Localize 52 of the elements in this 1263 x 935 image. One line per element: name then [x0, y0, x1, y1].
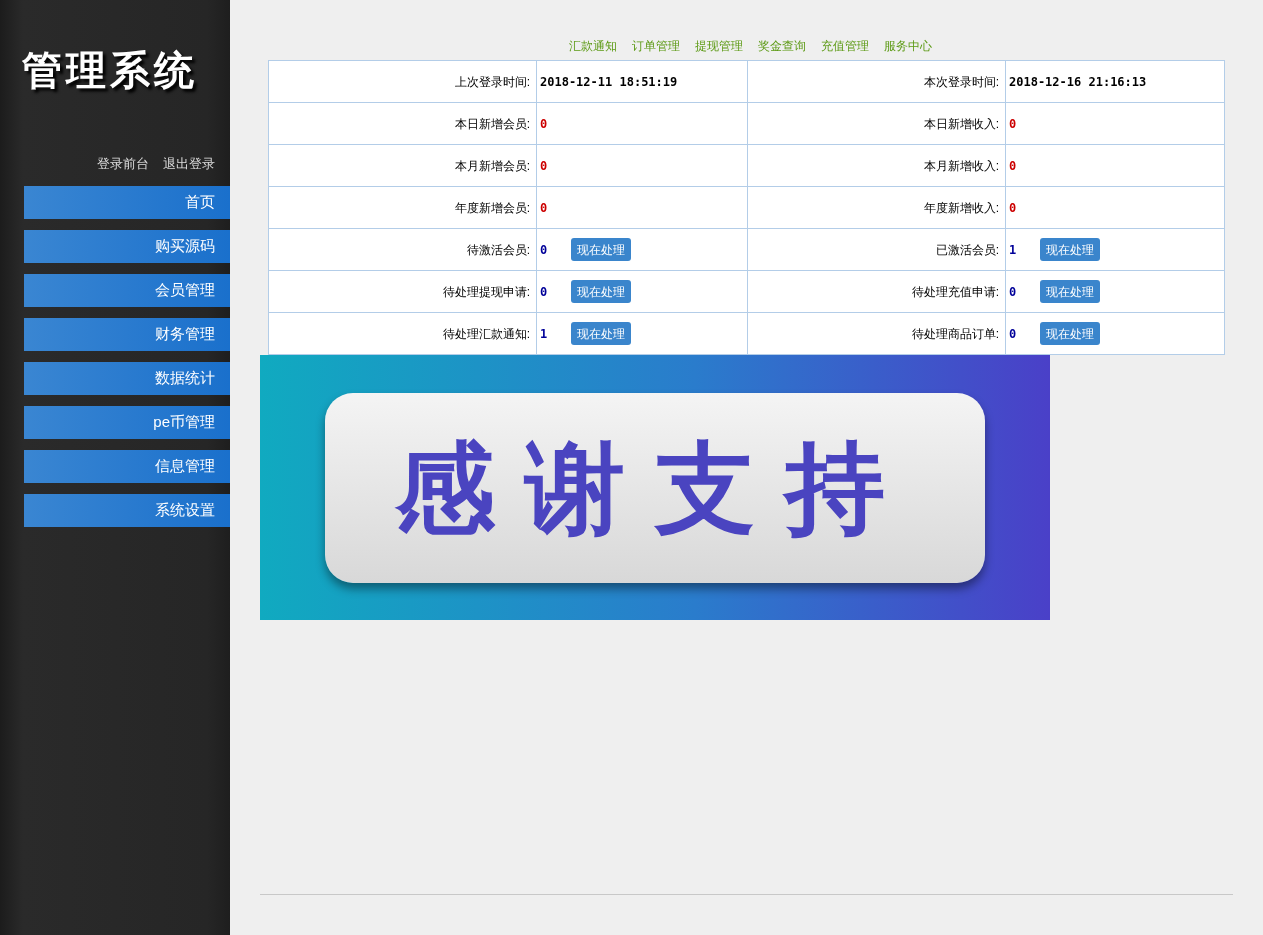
field-value: 0: [1009, 283, 1018, 301]
field-value: 0: [540, 199, 549, 217]
field-label: 年度新增会员:: [454, 200, 530, 215]
field-value: 0: [540, 115, 549, 133]
field-label: 上次登录时间:: [454, 74, 530, 89]
field-value: 0: [540, 241, 549, 259]
top-nav-link[interactable]: 汇款通知: [569, 38, 617, 54]
sidebar-menu-item[interactable]: 信息管理: [24, 450, 230, 483]
field-label: 待处理商品订单:: [911, 326, 999, 341]
process-now-button[interactable]: 现在处理: [571, 238, 631, 261]
field-value: 2018-12-11 18:51:19: [540, 73, 679, 91]
field-label: 待处理提现申请:: [442, 284, 530, 299]
sidebar-menu-item[interactable]: 购买源码: [24, 230, 230, 263]
field-value: 2018-12-16 21:16:13: [1009, 73, 1148, 91]
sidebar-menu-item[interactable]: 系统设置: [24, 494, 230, 527]
top-nav-link[interactable]: 服务中心: [884, 38, 932, 54]
process-now-button[interactable]: 现在处理: [1040, 322, 1100, 345]
sidebar-menu-item[interactable]: 首页: [24, 186, 230, 219]
header-link[interactable]: 退出登录: [163, 156, 215, 172]
process-now-button[interactable]: 现在处理: [571, 322, 631, 345]
field-label: 本月新增会员:: [454, 158, 530, 173]
field-value: 0: [1009, 325, 1018, 343]
header-link[interactable]: 登录前台: [97, 156, 149, 172]
field-label: 本月新增收入:: [923, 158, 999, 173]
field-value: 0: [1009, 157, 1018, 175]
sidebar-menu-item[interactable]: pe币管理: [24, 406, 230, 439]
field-value: 0: [1009, 199, 1018, 217]
field-label: 待处理汇款通知:: [442, 326, 530, 341]
process-now-button[interactable]: 现在处理: [1040, 280, 1100, 303]
process-now-button[interactable]: 现在处理: [571, 280, 631, 303]
field-value: 0: [1009, 115, 1018, 133]
banner-label: 感谢支持: [325, 392, 985, 583]
field-value: 1: [540, 325, 549, 343]
field-value: 0: [540, 157, 549, 175]
sidebar-menu-item[interactable]: 财务管理: [24, 318, 230, 351]
field-label: 待激活会员:: [466, 242, 530, 257]
field-value: 0: [540, 283, 549, 301]
field-label: 本日新增会员:: [454, 116, 530, 131]
top-nav-link[interactable]: 奖金查询: [758, 38, 806, 54]
sidebar-menu-item[interactable]: 会员管理: [24, 274, 230, 307]
field-label: 本次登录时间:: [923, 74, 999, 89]
field-label: 待处理充值申请:: [911, 284, 999, 299]
process-now-button[interactable]: 现在处理: [1040, 238, 1100, 261]
field-label: 本日新增收入:: [923, 116, 999, 131]
top-nav-link[interactable]: 充值管理: [821, 38, 869, 54]
field-value: 1: [1009, 241, 1018, 259]
field-label: 年度新增收入:: [923, 200, 999, 215]
top-nav-link[interactable]: 提现管理: [695, 38, 743, 54]
system-title: 管理系统: [22, 47, 199, 94]
field-label: 已激活会员:: [935, 242, 999, 257]
sidebar-menu-item[interactable]: 数据统计: [24, 362, 230, 395]
top-nav-link[interactable]: 订单管理: [632, 38, 680, 54]
